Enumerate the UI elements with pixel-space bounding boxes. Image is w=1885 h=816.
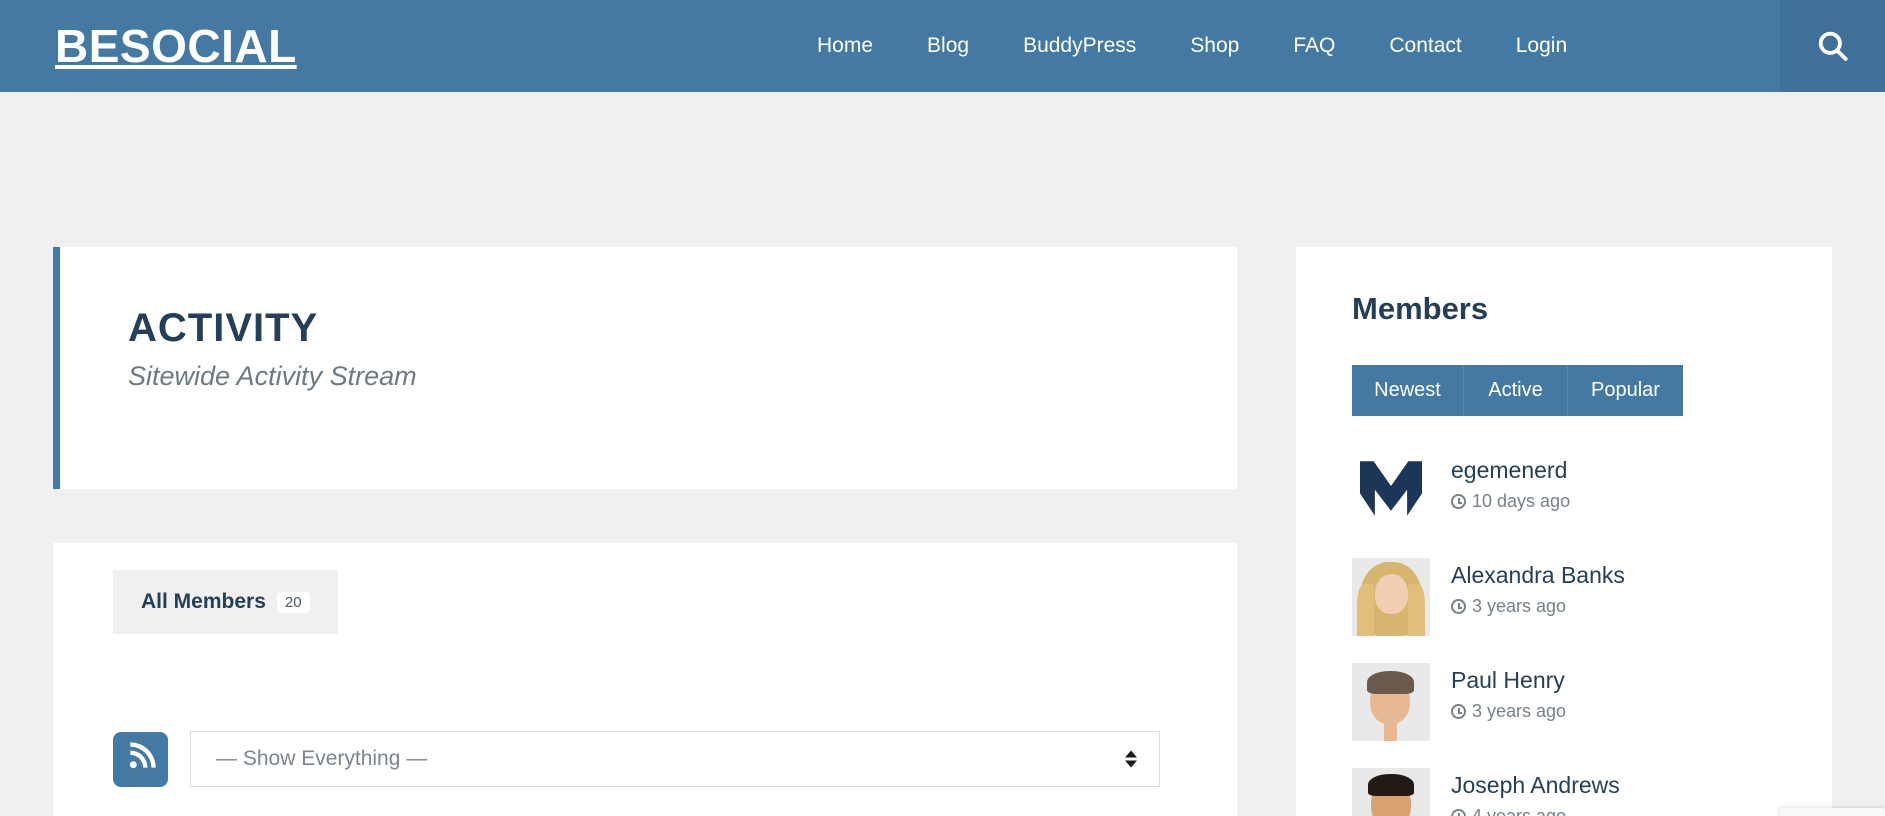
list-item[interactable]: Alexandra Banks 3 years ago bbox=[1352, 558, 1832, 637]
avatar[interactable] bbox=[1352, 663, 1430, 742]
member-last-active-text: 10 days ago bbox=[1472, 490, 1571, 511]
list-item[interactable]: Paul Henry 3 years ago bbox=[1352, 663, 1832, 742]
members-list: egemenerd 10 days ago Alexandra Banks 3 … bbox=[1352, 453, 1832, 816]
stream-tab-list: All Members 20 bbox=[113, 570, 338, 634]
tab-all-members[interactable]: All Members 20 bbox=[113, 570, 338, 634]
tab-all-members-count: 20 bbox=[276, 591, 310, 613]
members-sidebar-widget: Members Newest Active Popular egemenerd … bbox=[1296, 247, 1832, 816]
page-subtitle: Sitewide Activity Stream bbox=[128, 361, 417, 391]
search-button[interactable] bbox=[1780, 0, 1885, 92]
members-widget-title: Members bbox=[1352, 291, 1489, 326]
member-last-active-text: 4 years ago bbox=[1472, 805, 1567, 816]
tab-all-members-label: All Members bbox=[141, 590, 266, 613]
activity-filter-row: — Show Everything — bbox=[113, 731, 1160, 787]
member-last-active-text: 3 years ago bbox=[1472, 595, 1567, 616]
rss-button[interactable] bbox=[113, 731, 168, 787]
nav-item-contact[interactable]: Contact bbox=[1362, 0, 1488, 92]
member-last-active: 4 years ago bbox=[1451, 806, 1620, 816]
site-logo[interactable]: BESOCIAL bbox=[55, 23, 297, 69]
nav-item-home[interactable]: Home bbox=[790, 0, 900, 92]
member-name[interactable]: Alexandra Banks bbox=[1451, 562, 1625, 590]
rss-icon bbox=[125, 741, 157, 778]
member-last-active: 3 years ago bbox=[1451, 596, 1625, 618]
page-title: ACTIVITY bbox=[128, 306, 319, 350]
nav-item-buddypress[interactable]: BuddyPress bbox=[996, 0, 1163, 92]
members-tab-list: Newest Active Popular bbox=[1352, 365, 1683, 417]
nav-item-blog[interactable]: Blog bbox=[900, 0, 996, 92]
clock-icon bbox=[1451, 809, 1466, 816]
avatar[interactable] bbox=[1352, 453, 1430, 532]
search-icon bbox=[1815, 28, 1851, 64]
member-name[interactable]: Joseph Andrews bbox=[1451, 772, 1620, 800]
activity-header-card: ACTIVITY Sitewide Activity Stream bbox=[53, 247, 1237, 489]
avatar[interactable] bbox=[1352, 768, 1430, 816]
recaptcha-badge[interactable]: Privacy - Terms bbox=[1780, 808, 1885, 816]
members-tab-active[interactable]: Active bbox=[1464, 365, 1568, 417]
activity-filter-value: — Show Everything — bbox=[216, 747, 428, 770]
members-tab-popular[interactable]: Popular bbox=[1568, 365, 1683, 417]
list-item[interactable]: Joseph Andrews 4 years ago bbox=[1352, 768, 1832, 816]
list-item[interactable]: egemenerd 10 days ago bbox=[1352, 453, 1832, 532]
member-last-active-text: 3 years ago bbox=[1472, 700, 1567, 721]
nav-item-login[interactable]: Login bbox=[1489, 0, 1594, 92]
page-body: ACTIVITY Sitewide Activity Stream All Me… bbox=[0, 92, 1885, 816]
nav-item-shop[interactable]: Shop bbox=[1163, 0, 1266, 92]
clock-icon bbox=[1451, 599, 1466, 615]
clock-icon bbox=[1451, 704, 1466, 720]
chevron-updown-icon bbox=[1125, 750, 1137, 768]
members-tab-newest[interactable]: Newest bbox=[1352, 365, 1464, 417]
avatar[interactable] bbox=[1352, 558, 1430, 637]
main-navigation: Home Blog BuddyPress Shop FAQ Contact Lo… bbox=[790, 0, 1594, 92]
site-header: BESOCIAL Home Blog BuddyPress Shop FAQ C… bbox=[0, 0, 1885, 92]
member-last-active: 3 years ago bbox=[1451, 701, 1566, 723]
member-last-active: 10 days ago bbox=[1451, 491, 1570, 513]
member-name[interactable]: Paul Henry bbox=[1451, 667, 1566, 695]
nav-item-faq[interactable]: FAQ bbox=[1266, 0, 1362, 92]
member-name[interactable]: egemenerd bbox=[1451, 457, 1570, 485]
activity-filter-select[interactable]: — Show Everything — bbox=[190, 731, 1160, 787]
clock-icon bbox=[1451, 494, 1466, 510]
